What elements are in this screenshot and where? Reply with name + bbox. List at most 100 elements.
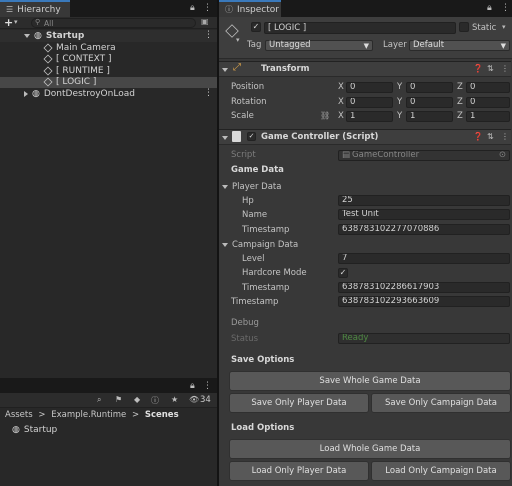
level-field[interactable]: 7	[338, 253, 510, 264]
unity-scene-icon: ◍	[32, 88, 40, 99]
hierarchy-item-main-camera[interactable]: Main Camera	[43, 42, 116, 54]
project-tabbar	[0, 378, 217, 393]
axis-y[interactable]: Y	[397, 97, 402, 107]
rotation-label: Rotation	[231, 97, 267, 107]
name-field[interactable]: Test Unit	[338, 209, 510, 220]
collapse-arrow-icon[interactable]	[24, 90, 28, 97]
fold-arrow-icon[interactable]	[222, 65, 232, 75]
gameobject-icon	[43, 43, 53, 53]
rotation-z-field[interactable]: 0	[466, 97, 510, 108]
hierarchy-item-logic[interactable]: [ LOGIC ]	[43, 77, 96, 89]
kebab-menu-icon[interactable]: ⋮	[501, 3, 510, 13]
hierarchy-item-runtime[interactable]: [ RUNTIME ]	[43, 65, 110, 77]
save-campaign-button[interactable]: Save Only Campaign Data	[371, 393, 511, 413]
hardcore-label: Hardcore Mode	[242, 268, 307, 278]
scene-visibility-icon[interactable]: ▣	[201, 17, 209, 26]
gameobject-icon	[43, 77, 53, 87]
static-dropdown-icon[interactable]: ▾	[502, 23, 506, 31]
breadcrumb-scenes[interactable]: Scenes	[145, 410, 179, 420]
tag-value: Untagged	[269, 40, 311, 50]
help-icon[interactable]: ❓	[473, 132, 483, 141]
position-z-field[interactable]: 0	[466, 82, 510, 93]
fold-arrow-icon[interactable]	[222, 133, 232, 143]
project-item-startup[interactable]: ◍ Startup	[12, 424, 57, 436]
axis-z[interactable]: Z	[457, 111, 463, 121]
preset-icon[interactable]: ⇅	[487, 64, 494, 73]
lock-icon[interactable]: 🔒︎	[190, 3, 195, 13]
selected-row-bg	[0, 76, 217, 88]
object-picker-icon: ⊙	[498, 150, 506, 160]
save-options-label: Save Options	[231, 355, 295, 365]
kebab-menu-icon[interactable]: ⋮	[203, 3, 212, 13]
component-menu-icon[interactable]: ⋮	[501, 132, 509, 141]
info-icon[interactable]: ⓘ	[151, 395, 159, 406]
scene-menu-icon[interactable]: ⋮	[204, 88, 213, 98]
axis-z[interactable]: Z	[457, 82, 463, 92]
link-scale-icon[interactable]: ⛓︎	[320, 111, 330, 120]
axis-x[interactable]: X	[338, 111, 344, 121]
unity-scene-icon: ◍	[12, 424, 20, 435]
hp-field[interactable]: 25	[338, 195, 510, 206]
breadcrumb-assets[interactable]: Assets	[5, 410, 33, 420]
load-player-button[interactable]: Load Only Player Data	[229, 461, 369, 481]
game-timestamp-field[interactable]: 638783102293663609	[338, 296, 510, 307]
campaign-data-foldout[interactable]: Campaign Data	[222, 240, 298, 250]
scale-label: Scale	[231, 111, 254, 121]
scale-x-field[interactable]: 1	[346, 111, 393, 122]
save-whole-button[interactable]: Save Whole Game Data	[229, 371, 511, 391]
add-dropdown-icon[interactable]: ▾	[14, 18, 18, 26]
search-input[interactable]: ⚲ All	[31, 18, 196, 28]
axis-x[interactable]: X	[338, 97, 344, 107]
scale-z-field[interactable]: 1	[466, 111, 510, 122]
eye-icon[interactable]: 👁︎	[189, 395, 199, 404]
rotation-y-field[interactable]: 0	[406, 97, 453, 108]
hierarchy-scene-startup[interactable]: ◍ Startup	[24, 30, 84, 42]
add-button[interactable]: +	[4, 16, 13, 29]
level-label: Level	[242, 254, 265, 264]
load-whole-button[interactable]: Load Whole Game Data	[229, 439, 511, 459]
hardcore-checkbox[interactable]: ✓	[338, 268, 348, 278]
hierarchy-item-label: Startup	[45, 30, 85, 41]
layer-dropdown[interactable]: Default ▼	[409, 40, 510, 51]
lock-icon[interactable]: 🔒︎	[190, 381, 195, 391]
player-timestamp-field[interactable]: 638783102277070886	[338, 224, 510, 235]
campaign-timestamp-label: Timestamp	[242, 283, 290, 293]
tab-inspector[interactable]: ⓘ Inspector	[219, 0, 281, 17]
load-campaign-button[interactable]: Load Only Campaign Data	[371, 461, 511, 481]
filter-icon[interactable]: ⚑	[115, 395, 122, 404]
kebab-menu-icon[interactable]: ⋮	[203, 381, 212, 391]
label-icon[interactable]: ◆	[134, 395, 140, 404]
object-name-input[interactable]: [ LOGIC ]	[264, 22, 456, 34]
save-player-button[interactable]: Save Only Player Data	[229, 393, 369, 413]
axis-y[interactable]: Y	[397, 82, 402, 92]
icon-dropdown-icon[interactable]: ▾	[236, 36, 240, 44]
component-menu-icon[interactable]: ⋮	[501, 64, 509, 73]
hierarchy-scene-dontdestroyonload[interactable]: ◍ DontDestroyOnLoad	[24, 88, 135, 100]
preset-icon[interactable]: ⇅	[487, 132, 494, 141]
position-y-field[interactable]: 0	[406, 82, 453, 93]
campaign-timestamp-field[interactable]: 638783102286617903	[338, 282, 510, 293]
axis-z[interactable]: Z	[457, 97, 463, 107]
hierarchy-item-context[interactable]: [ CONTEXT ]	[43, 54, 112, 66]
tag-dropdown[interactable]: Untagged ▼	[265, 40, 373, 51]
status-label: Status	[231, 334, 259, 344]
scale-y-field[interactable]: 1	[406, 111, 453, 122]
breadcrumb-example-runtime[interactable]: Example.Runtime	[51, 410, 126, 420]
search-by-type-icon[interactable]: ⌕	[97, 395, 101, 405]
position-x-field[interactable]: 0	[346, 82, 393, 93]
component-enabled-checkbox[interactable]: ✓	[247, 132, 256, 141]
rotation-x-field[interactable]: 0	[346, 97, 393, 108]
axis-y[interactable]: Y	[397, 111, 402, 121]
tab-hierarchy[interactable]: ☰ Hierarchy	[0, 0, 70, 17]
script-label: Script	[231, 150, 256, 160]
favorite-icon[interactable]: ★	[171, 395, 178, 404]
help-icon[interactable]: ❓	[473, 64, 483, 73]
load-options-label: Load Options	[231, 423, 295, 433]
static-checkbox[interactable]	[459, 22, 469, 32]
active-checkbox[interactable]: ✓	[251, 22, 261, 32]
lock-icon[interactable]: 🔒︎	[487, 3, 492, 13]
player-data-foldout[interactable]: Player Data	[222, 182, 281, 192]
scene-menu-icon[interactable]: ⋮	[204, 30, 213, 40]
expand-arrow-icon[interactable]	[24, 33, 30, 38]
axis-x[interactable]: X	[338, 82, 344, 92]
